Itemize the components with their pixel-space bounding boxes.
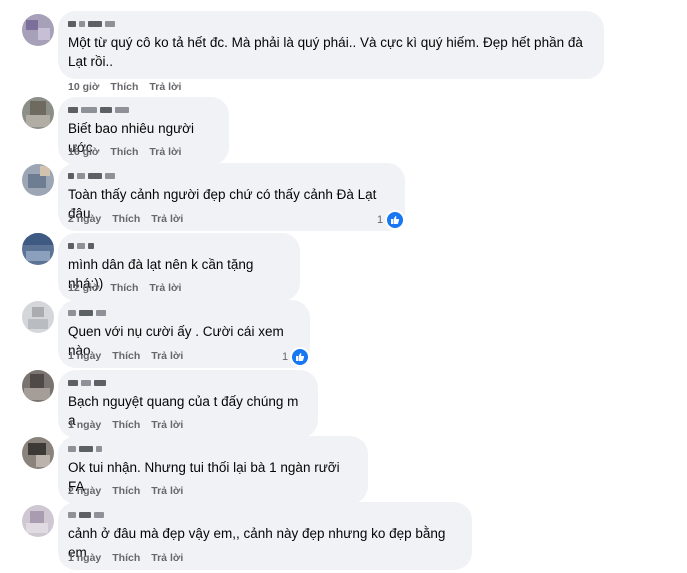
comment-time[interactable]: 10 giờ — [68, 81, 99, 93]
reply-button[interactable]: Trả lời — [149, 146, 181, 158]
comment-actions: 16 giờ Thích Trả lời — [68, 146, 181, 158]
reply-button[interactable]: Trả lời — [149, 81, 181, 93]
comment-actions: 1 ngày Thích Trả lời — [68, 350, 183, 362]
like-button[interactable]: Thích — [112, 552, 140, 564]
reply-button[interactable]: Trả lời — [151, 485, 183, 497]
author-name-redacted[interactable] — [68, 18, 592, 30]
like-button[interactable]: Thích — [112, 419, 140, 431]
comment-bubble: Một từ quý cô ko tả hết đc. Mà phải là q… — [58, 11, 604, 79]
like-thumb-icon — [385, 210, 406, 230]
comment-actions: 2 ngày Thích Trả lời — [68, 485, 183, 497]
author-name-redacted[interactable] — [68, 170, 393, 182]
comment-actions: 2 ngày Thích Trả lời — [68, 213, 183, 225]
comment-actions: 10 giờ Thích Trả lời — [68, 81, 181, 93]
comment-time[interactable]: 1 ngày — [68, 350, 101, 362]
reaction-count[interactable]: 1 — [377, 210, 406, 230]
comment-actions: 12 giờ Thích Trả lời — [68, 282, 181, 294]
author-name-redacted[interactable] — [68, 240, 288, 252]
like-button[interactable]: Thích — [110, 81, 138, 93]
author-name-redacted[interactable] — [68, 443, 356, 455]
avatar[interactable] — [22, 301, 54, 333]
avatar[interactable] — [22, 505, 54, 537]
comment-actions: 1 ngày Thích Trả lời — [68, 419, 183, 431]
avatar[interactable] — [22, 97, 54, 129]
avatar[interactable] — [22, 370, 54, 402]
comment-time[interactable]: 12 giờ — [68, 282, 99, 294]
reply-button[interactable]: Trả lời — [149, 282, 181, 294]
like-button[interactable]: Thích — [110, 282, 138, 294]
reaction-count-value: 1 — [377, 214, 384, 226]
author-name-redacted[interactable] — [68, 509, 460, 521]
author-name-redacted[interactable] — [68, 307, 298, 319]
comment-time[interactable]: 2 ngày — [68, 213, 101, 225]
like-button[interactable]: Thích — [110, 146, 138, 158]
reply-button[interactable]: Trả lời — [151, 213, 183, 225]
comment-text: Một từ quý cô ko tả hết đc. Mà phải là q… — [68, 35, 587, 69]
like-button[interactable]: Thích — [112, 350, 140, 362]
author-name-redacted[interactable] — [68, 377, 306, 389]
reaction-count-value: 1 — [282, 351, 289, 363]
avatar[interactable] — [22, 437, 54, 469]
reply-button[interactable]: Trả lời — [151, 419, 183, 431]
reaction-count[interactable]: 1 — [282, 347, 311, 367]
comment-time[interactable]: 16 giờ — [68, 146, 99, 158]
like-button[interactable]: Thích — [112, 213, 140, 225]
comment-time[interactable]: 1 ngày — [68, 552, 101, 564]
reply-button[interactable]: Trả lời — [151, 350, 183, 362]
avatar[interactable] — [22, 164, 54, 196]
like-thumb-icon — [290, 347, 311, 367]
author-name-redacted[interactable] — [68, 104, 217, 116]
like-button[interactable]: Thích — [112, 485, 140, 497]
avatar[interactable] — [22, 14, 54, 46]
avatar[interactable] — [22, 233, 54, 265]
comment-time[interactable]: 1 ngày — [68, 419, 101, 431]
comment-actions: 1 ngày Thích Trả lời — [68, 552, 183, 564]
reply-button[interactable]: Trả lời — [151, 552, 183, 564]
comment-time[interactable]: 2 ngày — [68, 485, 101, 497]
